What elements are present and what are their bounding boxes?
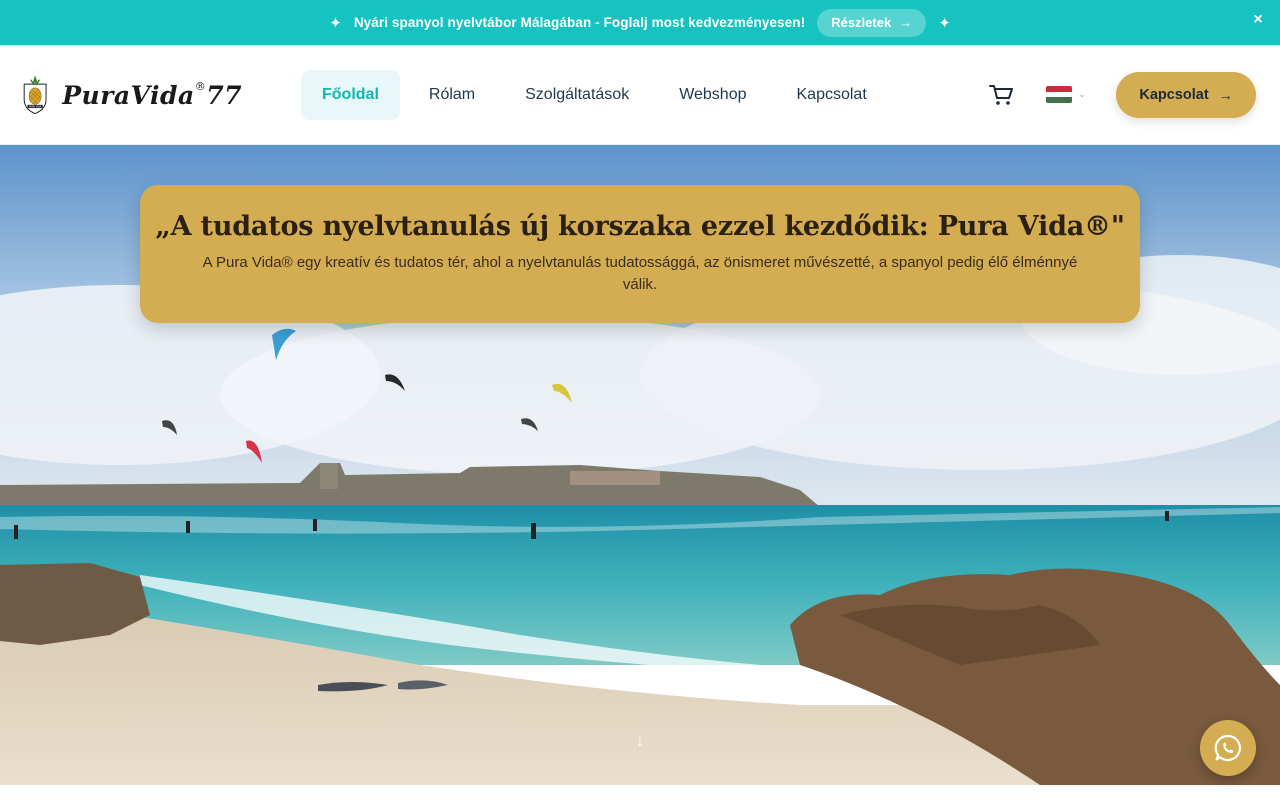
close-icon[interactable]: × <box>1250 12 1266 28</box>
nav-item-about[interactable]: Rólam <box>408 70 496 120</box>
details-button-label: Részletek <box>831 15 892 30</box>
main-nav: Főoldal Rólam Szolgáltatások Webshop Kap… <box>301 70 896 120</box>
logo-text: PuraVida <box>62 81 195 110</box>
sparkle-icon: ✦ <box>938 14 951 32</box>
nav-item-contact[interactable]: Kapcsolat <box>776 70 888 120</box>
sparkle-icon: ✦ <box>329 14 342 32</box>
site-header: PURA VIDA PuraVida®77 Főoldal Rólam Szol… <box>0 45 1280 145</box>
nav-item-webshop[interactable]: Webshop <box>658 70 767 120</box>
hungary-flag-icon <box>1046 86 1072 103</box>
contact-cta-button[interactable]: Kapcsolat → <box>1116 72 1256 118</box>
logo-registered-mark: ® <box>194 80 207 93</box>
nav-item-home[interactable]: Főoldal <box>301 70 400 120</box>
arrow-down-icon[interactable]: ↓ <box>631 730 649 750</box>
cart-icon[interactable] <box>988 83 1014 107</box>
hero-quote-card: „A tudatos nyelvtanulás új korszaka ezze… <box>140 185 1140 323</box>
pineapple-shield-icon: PURA VIDA <box>23 76 47 115</box>
whatsapp-icon[interactable] <box>1200 720 1256 776</box>
announcement-bar: ✦ Nyári spanyol nyelvtábor Málagában - F… <box>0 0 1280 45</box>
arrow-right-icon: → <box>899 15 913 30</box>
logo-badge-text: PURA VIDA <box>29 106 42 109</box>
details-button[interactable]: Részletek → <box>817 8 927 37</box>
nav-item-services[interactable]: Szolgáltatások <box>504 70 650 120</box>
language-selector[interactable]: ⌄ <box>1046 86 1086 103</box>
site-logo[interactable]: PURA VIDA PuraVida®77 <box>22 59 242 131</box>
flag-stripe-green <box>1046 97 1072 103</box>
announcement-message: Nyári spanyol nyelvtábor Málagában - Fog… <box>353 15 806 30</box>
whatsapp-glyph <box>1214 734 1241 762</box>
hero-title: „A tudatos nyelvtanulás új korszaka ezze… <box>155 211 1125 242</box>
arrow-right-icon: → <box>1218 87 1233 103</box>
logo-number: 77 <box>206 81 242 110</box>
chevron-down-icon: ⌄ <box>1078 89 1086 99</box>
contact-cta-label: Kapcsolat <box>1139 87 1209 103</box>
hero-subtitle: A Pura Vida® egy kreatív és tudatos tér,… <box>202 254 1078 293</box>
hero-section: „A tudatos nyelvtanulás új korszaka ezze… <box>0 145 1280 785</box>
page-bottom-strip <box>0 785 1280 800</box>
logo-wordmark: PuraVida®77 <box>62 80 242 110</box>
